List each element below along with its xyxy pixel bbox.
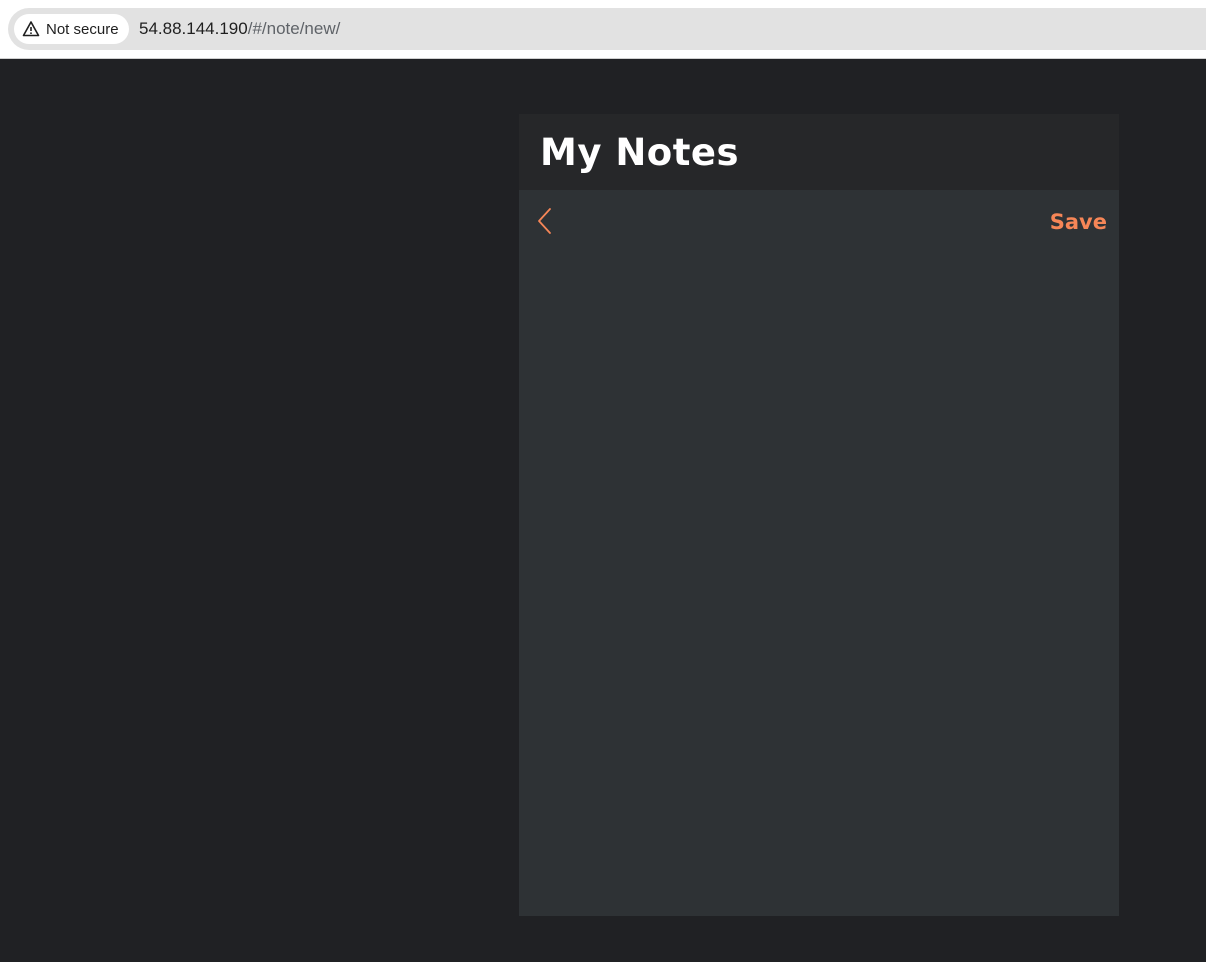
note-toolbar: Save [519, 190, 1119, 250]
address-bar[interactable]: Not secure 54.88.144.190/#/note/new/ [8, 8, 1206, 50]
app-title: My Notes [540, 130, 740, 174]
url-path: /#/note/new/ [247, 19, 341, 38]
chevron-left-icon[interactable] [535, 206, 557, 236]
url-host: 54.88.144.190 [139, 19, 248, 38]
page-content: My Notes Save [0, 59, 1206, 962]
warning-icon [22, 21, 40, 37]
notes-app: My Notes Save [519, 114, 1119, 916]
note-body-input[interactable] [519, 250, 1119, 916]
save-button[interactable]: Save [1050, 210, 1107, 234]
app-header: My Notes [519, 114, 1119, 190]
security-label: Not secure [46, 20, 119, 38]
url-text[interactable]: 54.88.144.190/#/note/new/ [139, 8, 340, 50]
browser-toolbar: Not secure 54.88.144.190/#/note/new/ [0, 0, 1206, 59]
security-indicator[interactable]: Not secure [14, 14, 129, 44]
